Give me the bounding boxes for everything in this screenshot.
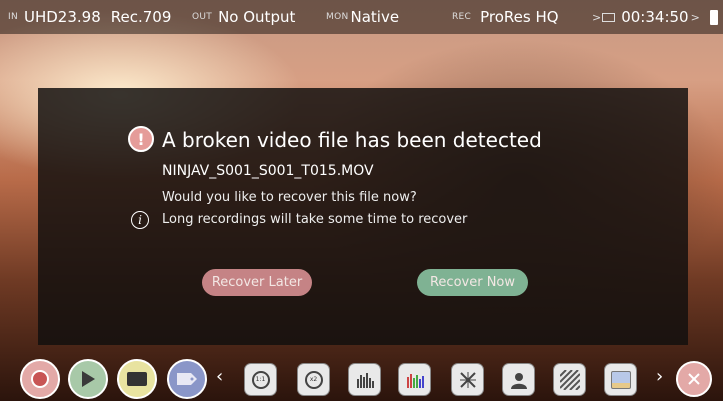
zoom-1-1-button[interactable]: 1:1	[244, 363, 277, 396]
vectorscope-icon	[459, 371, 476, 388]
close-icon	[688, 373, 700, 385]
frame-guides-icon	[610, 370, 631, 389]
zebra-icon	[559, 369, 580, 390]
record-tag: REC	[452, 12, 472, 22]
magnifier-icon: x2	[304, 370, 323, 389]
person-icon	[510, 372, 527, 389]
battery-icon	[709, 9, 718, 25]
input-tag: IN	[8, 12, 18, 22]
warning-icon: !	[128, 126, 154, 152]
record-icon	[31, 370, 49, 388]
ssd-icon	[602, 12, 616, 22]
play-icon	[82, 371, 95, 387]
dialog-title: A broken video file has been detected	[162, 128, 542, 152]
close-button[interactable]	[676, 361, 712, 397]
output-value: No Output	[218, 8, 296, 26]
output-status[interactable]: OUT No Output	[192, 0, 295, 34]
zebra-button[interactable]	[553, 363, 586, 396]
zoom-x2-label: x2	[309, 376, 318, 383]
chevron-left-icon[interactable]: ‹	[216, 366, 223, 387]
play-button[interactable]	[68, 359, 108, 399]
monitor-value: Native	[350, 8, 400, 26]
chevron-right-icon: >	[592, 10, 602, 24]
monitor-tag: MON	[326, 12, 349, 22]
monitor-status[interactable]: MON Native	[326, 0, 399, 34]
rgb-parade-icon	[406, 373, 424, 388]
broken-filename: NINJAV_S001_S001_T015.MOV	[162, 163, 374, 179]
output-tag: OUT	[192, 12, 213, 22]
chevron-right-icon: >	[690, 10, 700, 24]
waveform-icon	[356, 372, 374, 388]
tag-icon	[177, 373, 197, 385]
input-format: UHD23.98	[24, 8, 101, 26]
vectorscope-button[interactable]	[451, 363, 484, 396]
false-color-button[interactable]	[502, 363, 535, 396]
record-codec: ProRes HQ	[480, 8, 559, 26]
media-status[interactable]: > 00:34:50 >	[592, 0, 718, 34]
frame-guides-button[interactable]	[604, 363, 637, 396]
input-colorspace: Rec.709	[110, 8, 172, 26]
zoom-2x-button[interactable]: x2	[297, 363, 330, 396]
info-icon: i	[131, 211, 149, 229]
chevron-right-icon[interactable]: ›	[656, 366, 663, 387]
recovery-note: Long recordings will take some time to r…	[162, 212, 468, 227]
waveform-button[interactable]	[348, 363, 381, 396]
record-button[interactable]	[20, 359, 60, 399]
tag-button[interactable]	[167, 359, 207, 399]
zoom-1-1-label: 1:1	[255, 376, 266, 383]
monitor-mode-button[interactable]	[117, 359, 157, 399]
recover-question: Would you like to recover this file now?	[162, 190, 417, 205]
magnifier-icon: 1:1	[251, 370, 270, 389]
monitor-icon	[127, 372, 147, 386]
recover-later-button[interactable]: Recover Later	[202, 269, 312, 296]
status-bar: IN UHD23.98 Rec.709 OUT No Output MON Na…	[0, 0, 723, 34]
recover-now-button[interactable]: Recover Now	[417, 269, 528, 296]
record-status[interactable]: REC ProRes HQ	[452, 0, 559, 34]
record-time-remaining: 00:34:50	[621, 8, 689, 26]
input-status[interactable]: IN UHD23.98 Rec.709	[8, 0, 171, 34]
rgb-parade-button[interactable]	[398, 363, 431, 396]
